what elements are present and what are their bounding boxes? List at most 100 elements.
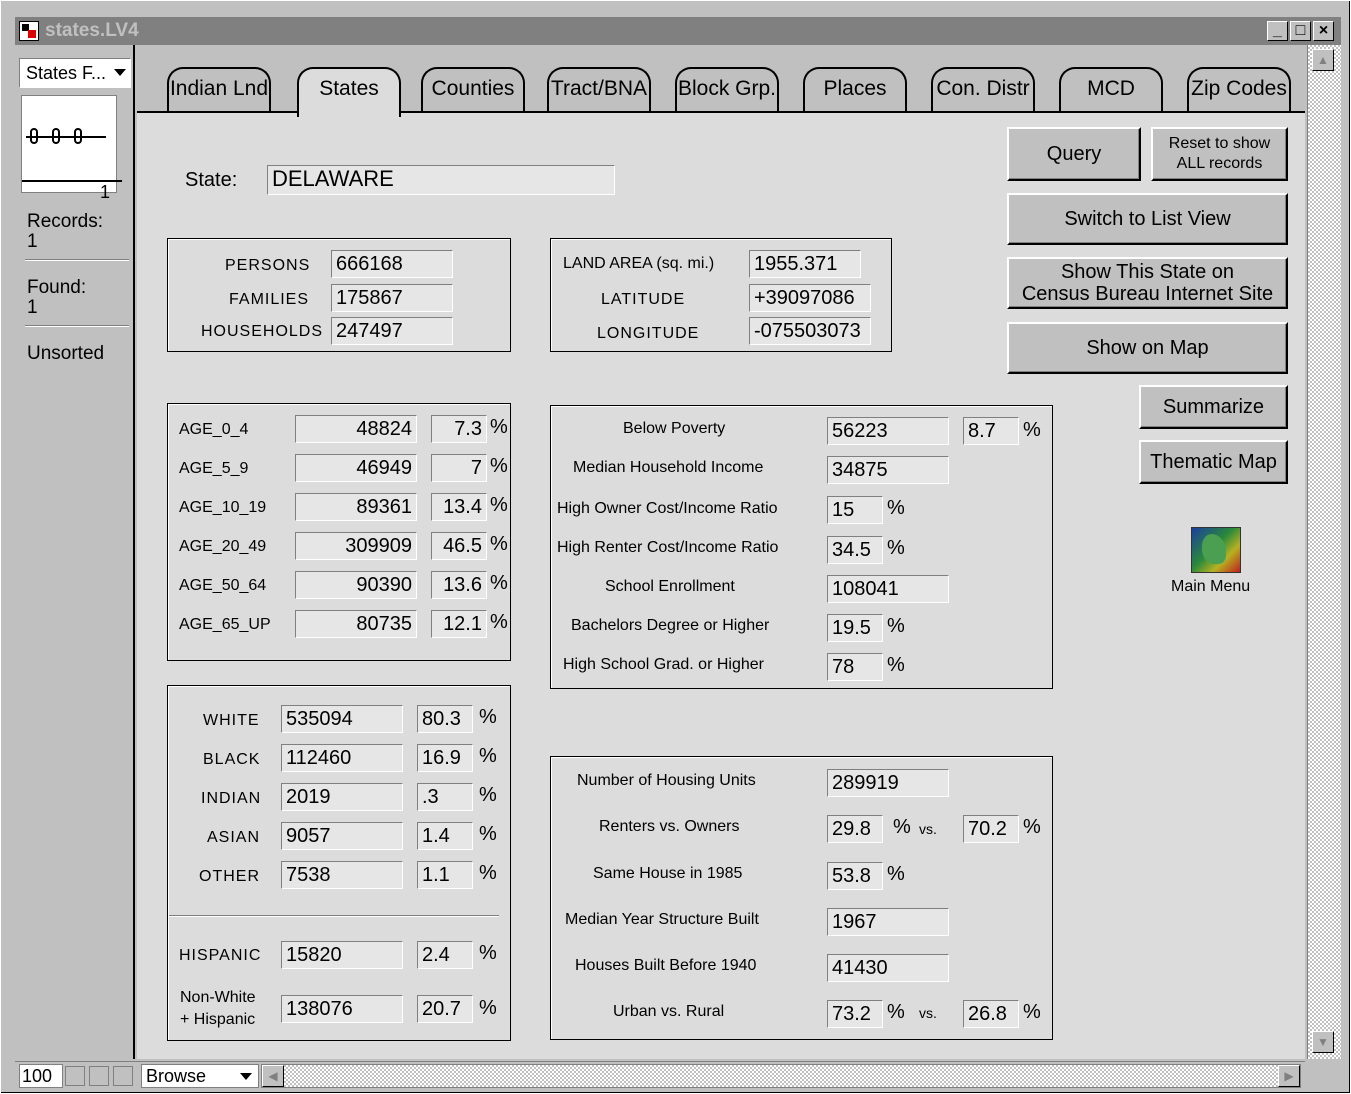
age-count-field[interactable]: 309909 bbox=[295, 532, 417, 560]
hispanic-count-field[interactable]: 15820 bbox=[281, 941, 403, 969]
age-count-field[interactable]: 80735 bbox=[295, 610, 417, 638]
longitude-label: LONGITUDE bbox=[597, 325, 700, 342]
race-count-field[interactable]: 535094 bbox=[281, 705, 403, 733]
race-count-field[interactable]: 7538 bbox=[281, 861, 403, 889]
tab-counties[interactable]: Counties bbox=[421, 67, 525, 113]
race-count-field[interactable]: 9057 bbox=[281, 822, 403, 850]
school-field[interactable]: 108041 bbox=[827, 575, 949, 603]
globe-map-icon[interactable] bbox=[1191, 527, 1241, 573]
same-house-field[interactable]: 53.8 bbox=[827, 862, 883, 890]
scroll-down-icon[interactable]: ▼ bbox=[1312, 1031, 1334, 1053]
nonwhite-count-field[interactable]: 138076 bbox=[281, 995, 403, 1023]
age-count-field[interactable]: 46949 bbox=[295, 454, 417, 482]
owner-cost-label: High Owner Cost/Income Ratio bbox=[557, 500, 778, 517]
renter-cost-field[interactable]: 34.5 bbox=[827, 536, 883, 564]
zoom-level[interactable]: 100 bbox=[19, 1064, 63, 1088]
app-window: states.LV4 _ □ × States F... 1 Records: … bbox=[0, 0, 1351, 1094]
housing-units-label: Number of Housing Units bbox=[577, 772, 756, 789]
tab-block-grp[interactable]: Block Grp. bbox=[675, 67, 779, 113]
rural-field[interactable]: 26.8 bbox=[963, 1000, 1019, 1028]
nonwhite-label-1: Non-White bbox=[180, 989, 256, 1006]
families-field[interactable]: 175867 bbox=[331, 284, 453, 312]
tab-zip-codes[interactable]: Zip Codes bbox=[1187, 67, 1291, 113]
median-year-field[interactable]: 1967 bbox=[827, 908, 949, 936]
mode-menu[interactable]: Browse bbox=[141, 1064, 259, 1088]
race-pct-sign: % bbox=[479, 706, 497, 728]
maximize-button[interactable]: □ bbox=[1290, 21, 1311, 41]
age-label: AGE_5_9 bbox=[179, 460, 249, 477]
poverty-pct-field[interactable]: 8.7 bbox=[963, 417, 1019, 445]
vertical-scrollbar[interactable]: ▲ ▼ bbox=[1307, 45, 1341, 1059]
record-book-icon[interactable]: 1 bbox=[21, 95, 122, 202]
minimize-button[interactable]: _ bbox=[1267, 21, 1288, 41]
race-count-field[interactable]: 2019 bbox=[281, 783, 403, 811]
housing-units-field[interactable]: 289919 bbox=[827, 769, 949, 797]
census-site-button[interactable]: Show This State on Census Bureau Interne… bbox=[1007, 257, 1288, 309]
race-label: INDIAN bbox=[201, 790, 262, 807]
age-pct-field[interactable]: 13.6 bbox=[431, 571, 487, 599]
longitude-field[interactable]: -075503073 bbox=[749, 317, 871, 345]
age-pct-field[interactable]: 46.5 bbox=[431, 532, 487, 560]
zoom-in-icon[interactable] bbox=[89, 1066, 109, 1086]
race-label: ASIAN bbox=[207, 829, 261, 846]
owner-cost-field[interactable]: 15 bbox=[827, 496, 883, 524]
persons-field[interactable]: 666168 bbox=[331, 250, 453, 278]
query-button[interactable]: Query bbox=[1007, 127, 1141, 181]
status-area-toggle-icon[interactable] bbox=[113, 1066, 133, 1086]
tab-states[interactable]: States bbox=[297, 67, 401, 117]
layout-menu[interactable]: States F... bbox=[19, 58, 131, 88]
horizontal-scrollbar[interactable]: ◀ ▶ bbox=[261, 1064, 1301, 1088]
age-count-field[interactable]: 90390 bbox=[295, 571, 417, 599]
poverty-field[interactable]: 56223 bbox=[827, 417, 949, 445]
close-button[interactable]: × bbox=[1313, 21, 1334, 41]
income-field[interactable]: 34875 bbox=[827, 456, 949, 484]
state-field[interactable]: DELAWARE bbox=[267, 165, 615, 195]
tab-places[interactable]: Places bbox=[803, 67, 907, 113]
switch-list-view-button[interactable]: Switch to List View bbox=[1007, 193, 1288, 245]
bachelors-field[interactable]: 19.5 bbox=[827, 614, 883, 642]
tab-indian-lnd[interactable]: Indian Lnd bbox=[167, 67, 271, 113]
latitude-field[interactable]: +39097086 bbox=[749, 284, 871, 312]
nonwhite-pct-field[interactable]: 20.7 bbox=[417, 995, 473, 1023]
main-menu-label[interactable]: Main Menu bbox=[1171, 578, 1250, 596]
renters-field[interactable]: 29.8 bbox=[827, 815, 883, 843]
renters-owners-label: Renters vs. Owners bbox=[599, 818, 740, 835]
race-label: WHITE bbox=[203, 712, 260, 729]
scroll-left-icon[interactable]: ◀ bbox=[262, 1065, 284, 1087]
built-before-field[interactable]: 41430 bbox=[827, 954, 949, 982]
age-count-field[interactable]: 48824 bbox=[295, 415, 417, 443]
age-pct-field[interactable]: 7 bbox=[431, 454, 487, 482]
zoom-out-icon[interactable] bbox=[65, 1066, 85, 1086]
hispanic-pct-field[interactable]: 2.4 bbox=[417, 941, 473, 969]
age-pct-field[interactable]: 7.3 bbox=[431, 415, 487, 443]
thematic-map-button[interactable]: Thematic Map bbox=[1139, 440, 1288, 484]
race-pct-field[interactable]: 1.1 bbox=[417, 861, 473, 889]
owners-field[interactable]: 70.2 bbox=[963, 815, 1019, 843]
tab-con-distr[interactable]: Con. Distr bbox=[931, 67, 1035, 113]
show-on-map-button[interactable]: Show on Map bbox=[1007, 322, 1288, 374]
age-label: AGE_10_19 bbox=[179, 499, 267, 516]
race-count-field[interactable]: 112460 bbox=[281, 744, 403, 772]
race-pct-field[interactable]: 16.9 bbox=[417, 744, 473, 772]
households-field[interactable]: 247497 bbox=[331, 317, 453, 345]
renters-vs-label: vs. bbox=[919, 821, 937, 837]
land-area-field[interactable]: 1955.371 bbox=[749, 250, 861, 278]
age-pct-field[interactable]: 13.4 bbox=[431, 493, 487, 521]
tab-mcd[interactable]: MCD bbox=[1059, 67, 1163, 113]
summarize-button[interactable]: Summarize bbox=[1139, 385, 1288, 429]
race-pct-field[interactable]: 1.4 bbox=[417, 822, 473, 850]
income-label: Median Household Income bbox=[573, 459, 764, 476]
tab-tract-bna[interactable]: Tract/BNA bbox=[547, 67, 651, 113]
same-house-label: Same House in 1985 bbox=[593, 865, 743, 882]
age-count-field[interactable]: 89361 bbox=[295, 493, 417, 521]
urban-field[interactable]: 73.2 bbox=[827, 1000, 883, 1028]
highschool-field[interactable]: 78 bbox=[827, 653, 883, 681]
scroll-up-icon[interactable]: ▲ bbox=[1312, 49, 1334, 71]
scroll-right-icon[interactable]: ▶ bbox=[1278, 1065, 1300, 1087]
reset-button[interactable]: Reset to show ALL records bbox=[1151, 127, 1288, 181]
race-pct-field[interactable]: 80.3 bbox=[417, 705, 473, 733]
renters-pct-sign: % bbox=[893, 816, 911, 838]
age-pct-field[interactable]: 12.1 bbox=[431, 610, 487, 638]
race-pct-field[interactable]: .3 bbox=[417, 783, 473, 811]
latitude-label: LATITUDE bbox=[601, 291, 686, 308]
